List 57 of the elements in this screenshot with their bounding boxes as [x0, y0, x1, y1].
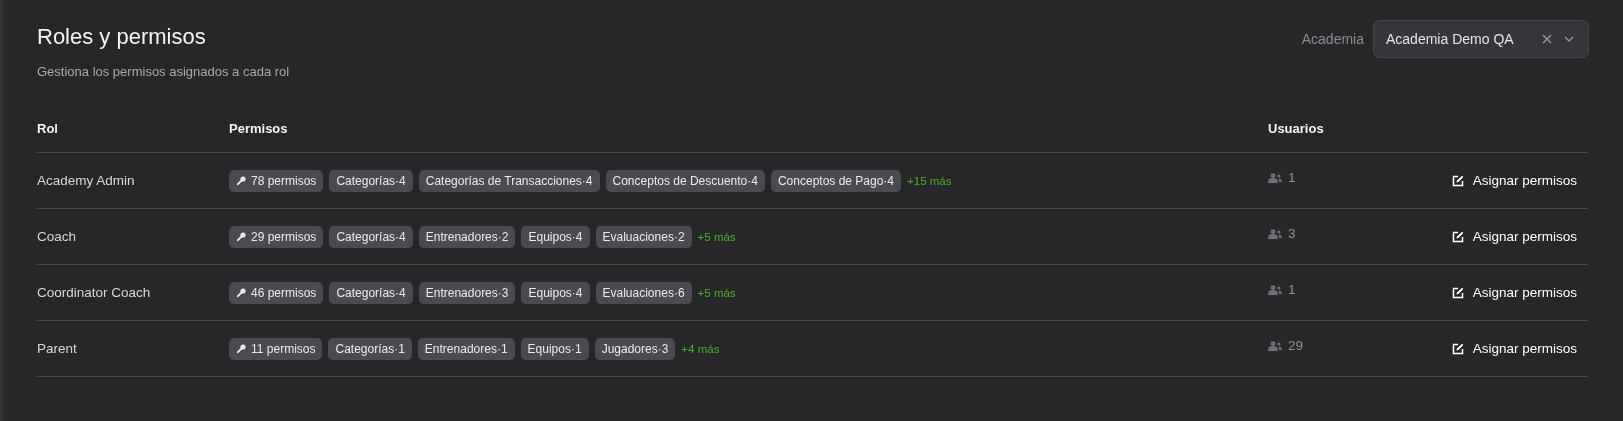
- permission-count: 46 permisos: [251, 285, 317, 300]
- role-name: Coordinator Coach: [37, 285, 152, 300]
- permission-tag: Categorías·4: [329, 169, 413, 192]
- assign-permissions-button[interactable]: Asignar permisos: [1440, 337, 1588, 360]
- more-count: +4 más: [681, 342, 720, 355]
- clear-icon[interactable]: [1542, 34, 1552, 44]
- academy-select[interactable]: Academia Demo QA: [1373, 20, 1589, 58]
- assign-permissions-button[interactable]: Asignar permisos: [1440, 225, 1588, 248]
- permission-tag: Entrenadores·3: [418, 281, 516, 304]
- key-icon: [236, 231, 246, 242]
- permission-tag: Entrenadores·2: [418, 225, 516, 248]
- chevron-down-icon[interactable]: [1564, 36, 1574, 42]
- permission-count: 29 permisos: [251, 229, 317, 244]
- more-count: +5 más: [697, 286, 736, 299]
- users-icon: [1268, 340, 1282, 351]
- role-name: Parent: [37, 341, 78, 356]
- assign-permissions-button[interactable]: Asignar permisos: [1440, 169, 1588, 192]
- edit-icon: [1451, 342, 1464, 355]
- permission-tag: Conceptos de Pago·4: [770, 169, 902, 192]
- user-count: 29: [1288, 338, 1304, 353]
- page-subtitle: Gestiona los permisos asignados a cada rol: [37, 64, 290, 79]
- user-count: 3: [1288, 226, 1296, 241]
- user-count: 1: [1288, 282, 1296, 297]
- column-header: Usuarios: [1268, 121, 1325, 136]
- column-header: Permisos: [229, 121, 289, 136]
- permission-tag: Categorías·1: [328, 337, 412, 360]
- more-count: +15 más: [907, 174, 952, 187]
- permission-tag: Categorías·4: [329, 225, 413, 248]
- permission-tag: Conceptos de Descuento·4: [605, 169, 765, 192]
- users-icon: [1268, 228, 1282, 239]
- role-name: Academy Admin: [37, 173, 136, 188]
- users-icon: [1268, 172, 1282, 183]
- edit-icon: [1451, 230, 1464, 243]
- permission-tag: Equipos·4: [521, 225, 590, 248]
- permission-tag: Evaluaciones·2: [595, 225, 692, 248]
- permission-tag: Evaluaciones·6: [595, 281, 692, 304]
- academy-label: Academia: [1301, 31, 1364, 47]
- assign-permissions-button[interactable]: Asignar permisos: [1440, 281, 1588, 304]
- permission-tag: Equipos·4: [521, 281, 590, 304]
- permission-tag: Categorías de Transacciones·4: [418, 169, 600, 192]
- edit-icon: [1451, 174, 1464, 187]
- key-icon: [236, 175, 246, 186]
- column-header: Rol: [37, 121, 59, 136]
- role-name: Coach: [37, 229, 78, 244]
- page-title: Roles y permisos: [37, 24, 207, 50]
- users-icon: [1268, 284, 1282, 295]
- user-count: 1: [1288, 170, 1296, 185]
- key-icon: [236, 343, 246, 354]
- permission-tag: Entrenadores·1: [417, 337, 515, 360]
- permission-count: 78 permisos: [251, 173, 317, 188]
- permission-tag: Equipos·1: [520, 337, 589, 360]
- edit-icon: [1451, 286, 1464, 299]
- more-count: +5 más: [697, 230, 736, 243]
- permission-tag: Jugadores·3: [594, 337, 676, 360]
- permission-count: 11 permisos: [251, 341, 316, 356]
- permission-tag: Categorías·4: [329, 281, 413, 304]
- key-icon: [236, 287, 246, 298]
